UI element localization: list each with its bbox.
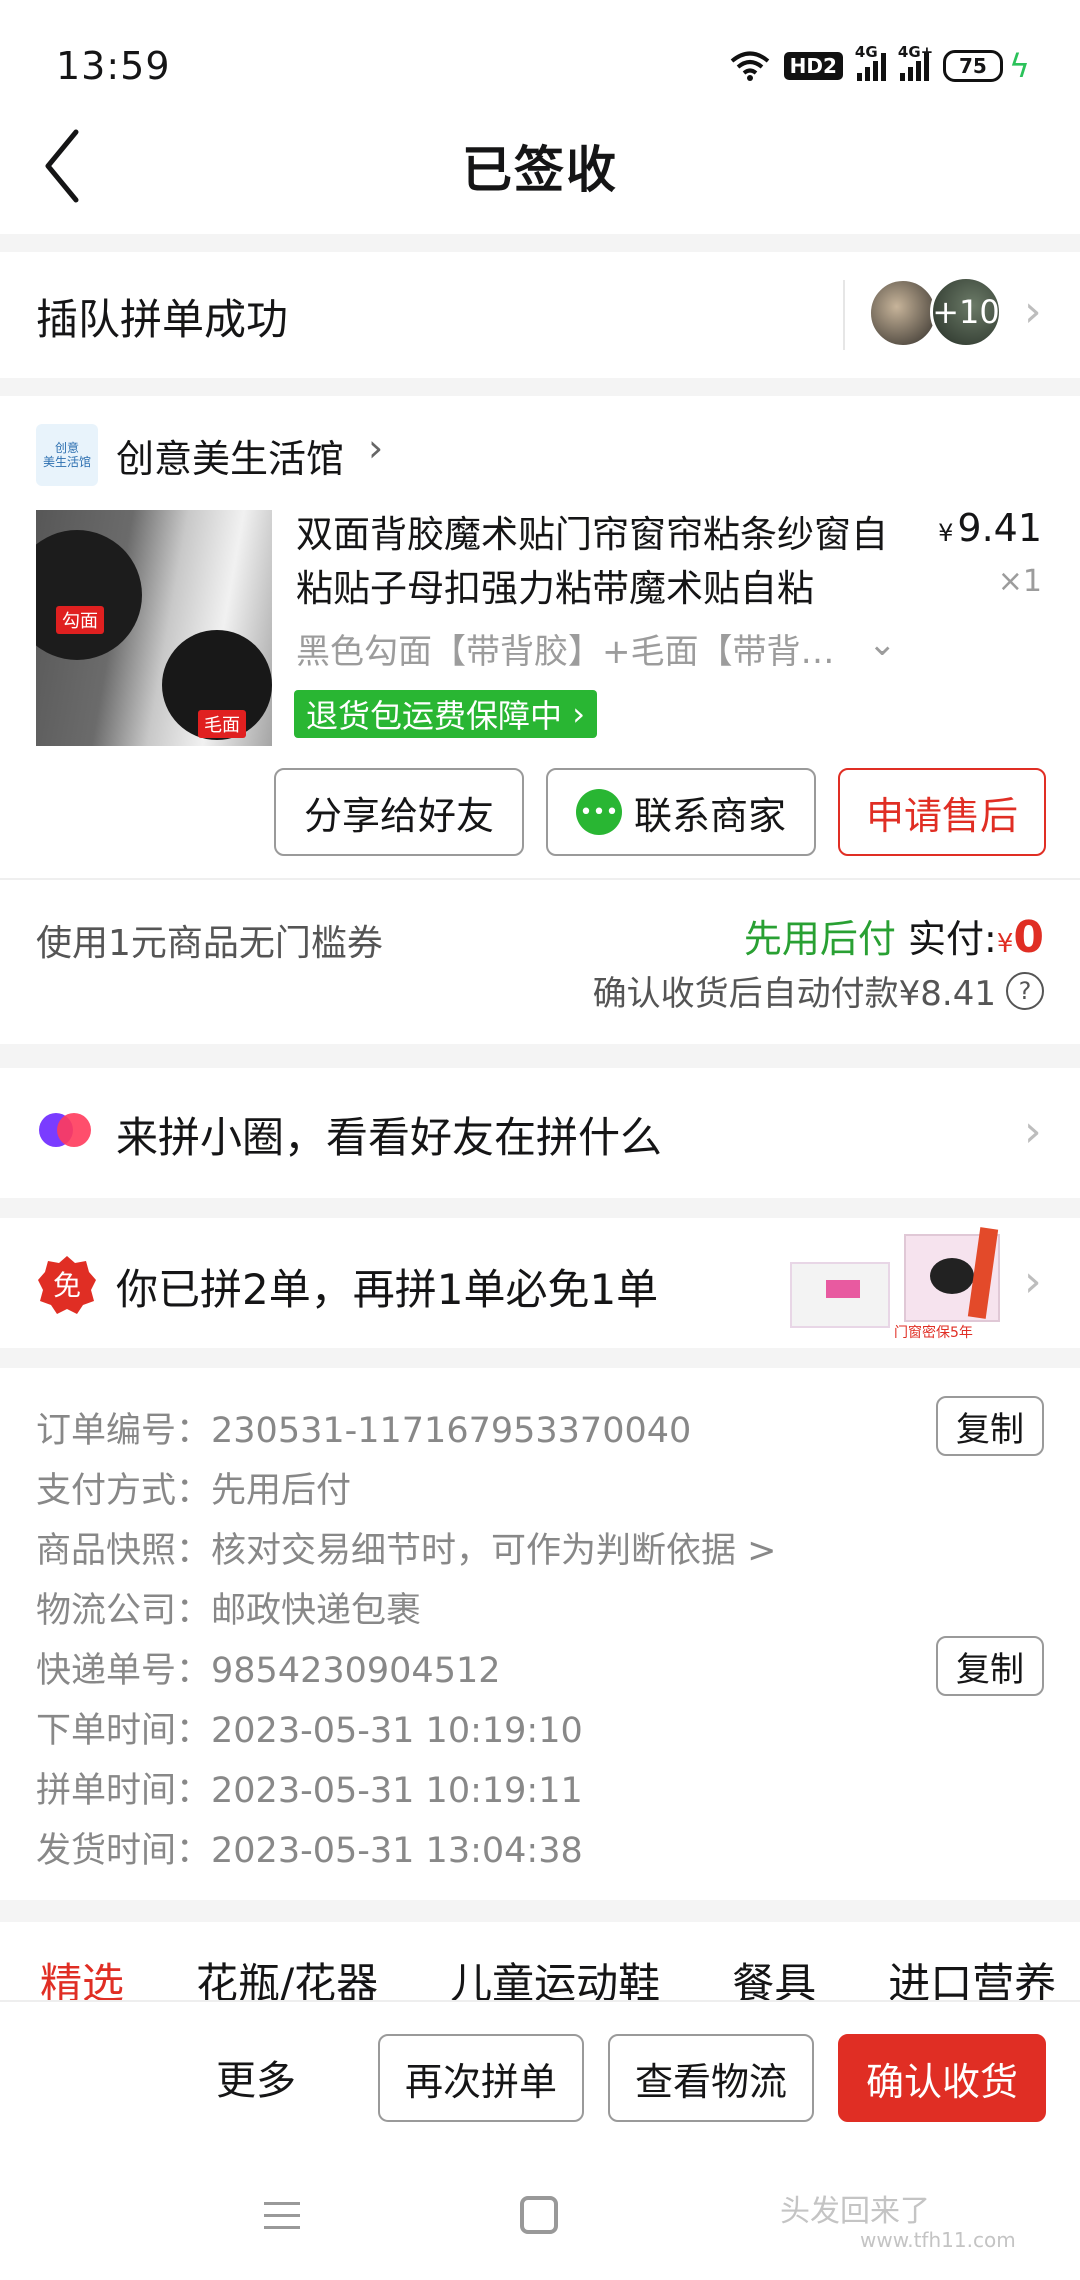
confirm-receipt-button[interactable]: 确认收货 bbox=[838, 2034, 1046, 2122]
order-number: 订单编号：230531-117167953370040 bbox=[36, 1411, 692, 1451]
signal-icon-1: 4G bbox=[855, 43, 886, 81]
view-logistics-button[interactable]: 查看物流 bbox=[608, 2034, 814, 2122]
avatar-more-count: +10 bbox=[930, 276, 1002, 348]
group-success-title: 插队拼单成功 bbox=[36, 295, 289, 344]
product-quantity: ×1 bbox=[997, 564, 1042, 599]
logistics-company: 物流公司：邮政快递包裹 bbox=[36, 1591, 422, 1631]
return-shipping-guarantee-tag[interactable]: 退货包运费保障中 › bbox=[294, 690, 597, 738]
avatar bbox=[868, 278, 938, 348]
group-time: 拼单时间：2023-05-31 10:19:11 bbox=[36, 1771, 583, 1811]
order-time: 下单时间：2023-05-31 10:19:10 bbox=[36, 1711, 583, 1751]
payment-method: 支付方式：先用后付 bbox=[36, 1471, 352, 1511]
divider bbox=[0, 878, 1080, 880]
paid-amount: 0 bbox=[1013, 912, 1044, 963]
section-gap bbox=[0, 1044, 1080, 1068]
store-name[interactable]: 创意美生活馆 bbox=[116, 428, 344, 483]
pin-circle-logo-icon bbox=[39, 1113, 91, 1147]
regroup-button[interactable]: 再次拼单 bbox=[378, 2034, 584, 2122]
product-sku[interactable]: 黑色勾面【带背胶】+毛面【带背… bbox=[296, 624, 896, 673]
status-time: 13:59 bbox=[56, 44, 171, 88]
friend-circle-text: 来拼小圈，看看好友在拼什么 bbox=[116, 1113, 663, 1162]
charging-icon: ϟ bbox=[1008, 47, 1030, 85]
group-success-row[interactable]: 插队拼单成功 +10 › bbox=[0, 252, 1080, 378]
contact-seller-button[interactable]: ••• 联系商家 bbox=[546, 768, 816, 856]
section-gap bbox=[0, 1348, 1080, 1368]
chevron-right-icon: › bbox=[368, 426, 384, 470]
image-tag-hook: 勾面 bbox=[56, 606, 104, 634]
chevron-right-icon: › bbox=[1024, 1106, 1042, 1157]
help-icon[interactable]: ? bbox=[1006, 971, 1044, 1010]
section-gap bbox=[0, 378, 1080, 396]
hd-badge: HD2 bbox=[783, 52, 843, 80]
section-gap bbox=[0, 1900, 1080, 1922]
divider bbox=[843, 280, 845, 350]
product-snapshot-link[interactable]: 商品快照：核对交易细节时，可作为判断依据 > bbox=[36, 1522, 776, 1573]
svg-text:免: 免 bbox=[53, 1269, 81, 1302]
paid-label: 实付: bbox=[908, 917, 997, 961]
promo-product-image[interactable]: 门窗密保5年 bbox=[790, 1227, 1010, 1341]
chevron-right-icon: › bbox=[1024, 1256, 1042, 1307]
section-gap bbox=[0, 1198, 1080, 1218]
ship-time: 发货时间：2023-05-31 13:04:38 bbox=[36, 1831, 583, 1871]
chevron-right-icon: › bbox=[1024, 286, 1042, 337]
share-button[interactable]: 分享给好友 bbox=[274, 768, 524, 856]
watermark-url: www.tfh11.com bbox=[860, 2228, 1016, 2252]
coupon-text: 使用1元商品无门槛券 bbox=[36, 923, 383, 964]
menu-icon[interactable] bbox=[264, 2198, 300, 2234]
back-arrow-icon[interactable] bbox=[40, 126, 100, 206]
store-logo: 创意 美生活馆 bbox=[36, 424, 98, 486]
chevron-down-icon[interactable]: ⌄ bbox=[868, 624, 897, 664]
watermark-text: 头发回来了 bbox=[780, 2194, 930, 2229]
free-badge-icon: 免 bbox=[36, 1254, 98, 1316]
after-sale-button[interactable]: 申请售后 bbox=[838, 768, 1046, 856]
free-order-text: 你已拼2单，再拼1单必免1单 bbox=[116, 1265, 659, 1314]
section-gap bbox=[0, 234, 1080, 252]
battery-icon: 75 bbox=[942, 50, 1003, 82]
product-image[interactable]: 勾面 毛面 bbox=[36, 510, 272, 746]
copy-order-number-button[interactable]: 复制 bbox=[936, 1396, 1044, 1456]
paid-summary: 先用后付 实付:¥0 bbox=[743, 912, 1044, 963]
status-icons: HD2 4G 4G+ 75 ϟ bbox=[730, 43, 1030, 88]
chat-icon: ••• bbox=[575, 789, 622, 835]
wifi-icon bbox=[730, 51, 769, 81]
page-title: 已签收 bbox=[462, 141, 618, 199]
product-title[interactable]: 双面背胶魔术贴门帘窗帘粘条纱窗自粘贴子母扣强力粘带魔术贴自粘 bbox=[296, 508, 916, 616]
auto-pay-note[interactable]: 确认收货后自动付款¥8.41 ? bbox=[593, 966, 1044, 1015]
more-button[interactable]: 更多 bbox=[216, 2048, 296, 2106]
signal-icon-2: 4G+ bbox=[898, 43, 933, 81]
home-icon[interactable] bbox=[520, 2196, 558, 2234]
product-price: ¥9.41 bbox=[938, 506, 1042, 550]
copy-tracking-number-button[interactable]: 复制 bbox=[936, 1636, 1044, 1696]
image-tag-loop: 毛面 bbox=[198, 710, 246, 738]
tracking-number: 快递单号：9854230904512 bbox=[36, 1651, 501, 1691]
pay-later-label: 先用后付 bbox=[743, 917, 896, 961]
